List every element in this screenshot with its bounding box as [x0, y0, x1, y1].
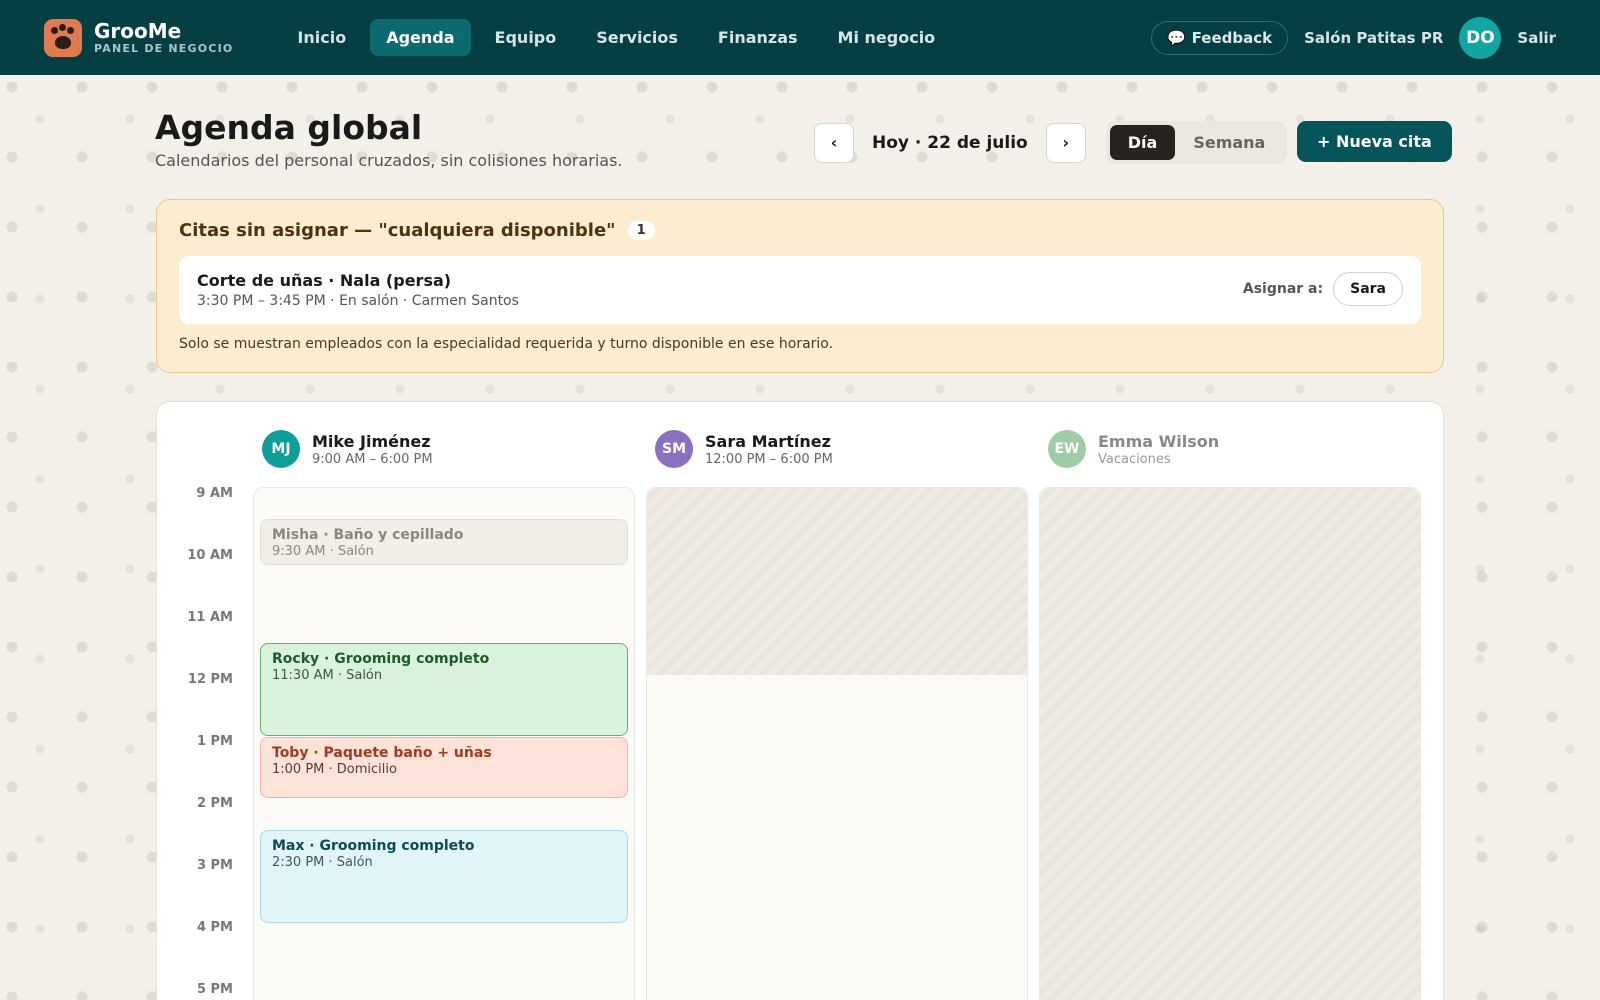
time-label: 11 AM	[187, 610, 233, 625]
speech-bubble-icon: 💬	[1166, 28, 1186, 47]
staff-hours: 9:00 AM – 6:00 PM	[312, 451, 433, 467]
staff-avatar: SM	[655, 430, 693, 468]
staff-hours: 12:00 PM – 6:00 PM	[705, 451, 833, 467]
assign-sara-button[interactable]: Sara	[1333, 272, 1403, 306]
time-label: 5 PM	[196, 982, 233, 997]
appointment-card[interactable]: Rocky · Grooming completo 11:30 AM · Sal…	[260, 643, 628, 736]
appointment-details: 1:00 PM · Domicilio	[272, 762, 397, 777]
appointment-card[interactable]: Toby · Paquete baño + uñas 1:00 PM · Dom…	[260, 737, 628, 798]
main-nav: Inicio Agenda Equipo Servicios Finanzas …	[281, 19, 951, 56]
vacation-block	[1040, 488, 1420, 1000]
staff-hours: Vacaciones	[1098, 451, 1171, 467]
time-label: 3 PM	[196, 858, 233, 873]
appointment-card[interactable]: Max · Grooming completo 2:30 PM · Salón	[260, 830, 628, 923]
time-label: 9 AM	[196, 486, 233, 501]
staff-name: Sara Martínez	[705, 431, 831, 451]
page-title: Agenda global	[155, 108, 423, 147]
nav-item-agenda[interactable]: Agenda	[370, 19, 471, 56]
unassigned-appointment-details: 3:30 PM – 3:45 PM · En salón · Carmen Sa…	[197, 293, 519, 309]
staff-column-sara[interactable]	[646, 487, 1028, 1000]
current-date-label: Hoy · 22 de julio	[872, 132, 1028, 153]
date-controls: ‹ Hoy · 22 de julio › Día Semana	[814, 121, 1288, 164]
appointment-title: Max · Grooming completo	[272, 838, 475, 854]
appointment-title: Misha · Baño y cepillado	[272, 527, 464, 543]
unassigned-title: Citas sin asignar — "cualquiera disponib…	[179, 220, 616, 241]
feedback-label: Feedback	[1191, 28, 1273, 47]
appointment-title: Toby · Paquete baño + uñas	[272, 745, 492, 761]
view-day-button[interactable]: Día	[1109, 125, 1176, 160]
staff-avatar: EW	[1048, 430, 1086, 468]
time-label: 1 PM	[196, 734, 233, 749]
staff-header-sara: SM Sara Martínez 12:00 PM – 6:00 PM	[655, 430, 833, 468]
staff-avatar: MJ	[262, 430, 300, 468]
next-day-button[interactable]: ›	[1045, 122, 1086, 163]
staff-name: Mike Jiménez	[312, 431, 431, 451]
time-label: 12 PM	[187, 672, 233, 687]
top-navigation: GrooMe PANEL DE NEGOCIO Inicio Agenda Eq…	[0, 0, 1600, 75]
unassigned-count-badge: 1	[627, 221, 655, 240]
prev-day-button[interactable]: ‹	[814, 122, 854, 163]
logout-link[interactable]: Salir	[1517, 29, 1556, 47]
appointment-card[interactable]: Misha · Baño y cepillado 9:30 AM · Salón	[260, 519, 628, 565]
nav-item-equipo[interactable]: Equipo	[479, 19, 573, 56]
appointment-details: 9:30 AM · Salón	[272, 544, 374, 559]
paw-logo-icon	[44, 18, 82, 57]
staff-header-mike: MJ Mike Jiménez 9:00 AM – 6:00 PM	[262, 430, 433, 468]
time-label: 10 AM	[187, 548, 233, 563]
brand-name: GrooMe	[94, 19, 182, 43]
assign-label: Asignar a:	[1242, 281, 1324, 297]
unavailable-block	[647, 488, 1027, 675]
brand-subtitle: PANEL DE NEGOCIO	[94, 42, 234, 55]
appointment-details: 2:30 PM · Salón	[272, 855, 373, 870]
brand[interactable]: GrooMe PANEL DE NEGOCIO	[44, 18, 234, 57]
unassigned-panel: Citas sin asignar — "cualquiera disponib…	[156, 199, 1444, 373]
staff-name: Emma Wilson	[1098, 431, 1220, 451]
salon-name: Salón Patitas PR	[1304, 28, 1444, 47]
unassigned-note: Solo se muestran empleados con la especi…	[179, 336, 834, 352]
nav-item-mi-negocio[interactable]: Mi negocio	[822, 19, 952, 56]
page-subtitle: Calendarios del personal cruzados, sin c…	[155, 151, 623, 170]
new-appointment-button[interactable]: + Nueva cita	[1297, 121, 1452, 162]
appointment-title: Rocky · Grooming completo	[272, 651, 490, 667]
staff-column-mike[interactable]: Misha · Baño y cepillado 9:30 AM · Salón…	[253, 487, 635, 1000]
nav-item-servicios[interactable]: Servicios	[580, 19, 694, 56]
view-week-button[interactable]: Semana	[1175, 125, 1283, 160]
user-avatar[interactable]: DO	[1459, 16, 1502, 59]
nav-item-inicio[interactable]: Inicio	[281, 19, 362, 56]
unassigned-appointment-title: Corte de uñas · Nala (persa)	[197, 271, 452, 290]
view-toggle: Día Semana	[1105, 121, 1288, 164]
appointment-details: 11:30 AM · Salón	[272, 668, 383, 683]
staff-header-emma: EW Emma Wilson Vacaciones	[1048, 430, 1219, 468]
unassigned-appointment-card[interactable]: Corte de uñas · Nala (persa) 3:30 PM – 3…	[179, 256, 1421, 324]
staff-column-emma	[1039, 487, 1421, 1000]
nav-item-finanzas[interactable]: Finanzas	[702, 19, 814, 56]
time-label: 4 PM	[196, 920, 233, 935]
time-label: 2 PM	[196, 796, 233, 811]
staff-schedule: MJ Mike Jiménez 9:00 AM – 6:00 PM SM Sar…	[156, 401, 1444, 1000]
feedback-button[interactable]: 💬 Feedback	[1150, 20, 1289, 55]
